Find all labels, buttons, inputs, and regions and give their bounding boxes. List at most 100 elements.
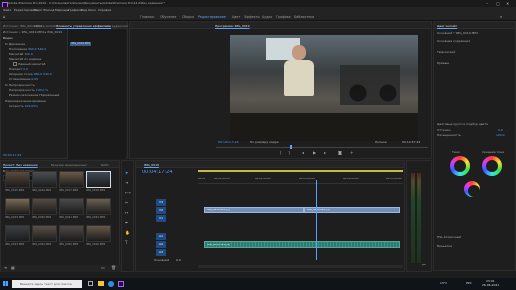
lumetri-clip[interactable]: Основной * IMG_0019.MP4 bbox=[437, 31, 478, 35]
pen-tool-icon[interactable]: ✒ bbox=[125, 221, 128, 225]
program-scrubber[interactable] bbox=[216, 147, 428, 148]
track-a2[interactable]: A2 bbox=[156, 241, 166, 248]
workspace-assembly[interactable]: Сборка bbox=[182, 15, 194, 19]
task-view-icon[interactable] bbox=[88, 281, 93, 286]
workspace-editing[interactable]: Редактирование bbox=[198, 15, 226, 19]
workspace-effects[interactable]: Эффекты bbox=[244, 15, 260, 19]
type-tool-icon[interactable]: T bbox=[125, 241, 127, 245]
taskbar-search[interactable]: Введите здесь текст для поиска bbox=[12, 280, 82, 288]
clock-time[interactable]: 23:01 bbox=[486, 280, 495, 283]
quality-dropdown[interactable]: Полное bbox=[375, 141, 387, 144]
timeline-timecode[interactable]: 00:04:17:24 bbox=[142, 170, 173, 175]
export-frame-icon[interactable]: ◙ bbox=[338, 151, 342, 155]
menu-help[interactable]: Справка bbox=[98, 9, 111, 12]
ripple-edit-icon[interactable]: ⟷ bbox=[125, 191, 131, 195]
effect-row[interactable]: fx Непрозрачность bbox=[5, 83, 35, 87]
hand-tool-icon[interactable]: ✋ bbox=[125, 231, 130, 235]
menu-clip[interactable]: Клип bbox=[34, 9, 42, 12]
icon-view-icon[interactable]: ▦ bbox=[11, 266, 15, 270]
tab-libraries[interactable]: Библ bbox=[101, 163, 109, 167]
start-icon[interactable] bbox=[3, 281, 8, 286]
lumetri-section[interactable]: Цветовые круги и подбор цвета bbox=[437, 122, 488, 126]
tab-lumetri-scopes[interactable]: Шкала Lumetri bbox=[34, 24, 57, 28]
workspace-libraries[interactable]: Библиотеки bbox=[294, 15, 314, 19]
project-thumbnail[interactable] bbox=[5, 198, 30, 215]
workspace-home[interactable]: Главная bbox=[140, 15, 154, 19]
effect-row[interactable]: Непрозрачность 100,0 % bbox=[9, 88, 48, 92]
track-v1[interactable]: V1 bbox=[156, 215, 166, 222]
clock-date[interactable]: 26.06.2021 bbox=[482, 284, 499, 287]
search-icon[interactable]: ⌕ bbox=[500, 14, 502, 19]
project-thumbnail[interactable] bbox=[5, 225, 30, 242]
effect-row[interactable]: Положение 960,0 540,0 bbox=[9, 47, 46, 51]
program-timecode[interactable]: 00:04:17:24 bbox=[218, 141, 239, 144]
razor-tool-icon[interactable]: ✂ bbox=[125, 201, 128, 205]
menu-file[interactable]: Файл bbox=[3, 9, 11, 12]
effect-row[interactable]: Единый масштаб bbox=[13, 62, 45, 67]
effect-row[interactable]: Масштаб 100,0 bbox=[9, 52, 33, 56]
minimize-button[interactable]: – bbox=[486, 1, 488, 6]
selection-tool-icon[interactable]: ➤ bbox=[125, 171, 128, 175]
lumetri-field-value[interactable]: 100,0 bbox=[496, 133, 505, 137]
explorer-icon[interactable] bbox=[98, 281, 104, 286]
project-thumbnail[interactable] bbox=[59, 171, 84, 188]
timeline-ruler[interactable]: 00:00 00:01:00:00 00:02:00:00 00:03:00:0… bbox=[198, 170, 403, 184]
effect-timecode[interactable]: 00:04:17:24 bbox=[3, 153, 21, 157]
workspace-graphics[interactable]: Графика bbox=[276, 15, 291, 19]
mark-out-icon[interactable]: ⌉ bbox=[288, 151, 290, 155]
lumetri-section[interactable]: Основная коррекция bbox=[437, 39, 470, 43]
premiere-icon[interactable] bbox=[118, 281, 124, 287]
home-icon[interactable]: ⌂ bbox=[3, 14, 6, 19]
video-clip[interactable]: IMG_0019.MP4 [V] bbox=[204, 207, 304, 213]
fit-dropdown[interactable]: По размеру кадра bbox=[250, 141, 279, 144]
tab-audio-clip-mixer[interactable]: Микшер аудиоклипов: IMG_0019 bbox=[98, 24, 128, 28]
weather[interactable]: 13°C bbox=[440, 282, 447, 285]
project-thumbnail[interactable] bbox=[32, 198, 57, 215]
lumetri-field-value[interactable]: 0,0 bbox=[498, 128, 503, 132]
track-a1[interactable]: A1 bbox=[156, 233, 166, 240]
play-icon[interactable]: ▶ bbox=[313, 151, 316, 155]
language[interactable]: РУС bbox=[466, 282, 472, 285]
maximize-button[interactable]: ▢ bbox=[496, 1, 500, 6]
browser-icon[interactable] bbox=[108, 281, 114, 287]
tab-lumetri-color[interactable]: Цвет Lumetri bbox=[437, 24, 457, 28]
new-item-icon[interactable]: ▭ bbox=[101, 266, 105, 270]
tab-project[interactable]: Проект: Без названия bbox=[3, 163, 38, 167]
project-thumbnail[interactable] bbox=[86, 198, 111, 215]
video-clip[interactable]: IMG_0019.MP4 [V] bbox=[304, 207, 400, 213]
work-area-bar[interactable] bbox=[198, 170, 403, 172]
color-wheel-shadows[interactable] bbox=[450, 156, 470, 176]
track-a3[interactable]: A3 bbox=[156, 249, 166, 256]
project-thumbnail[interactable] bbox=[5, 171, 30, 188]
project-thumbnail[interactable] bbox=[32, 225, 57, 242]
track-v2[interactable]: V2 bbox=[156, 207, 166, 214]
color-wheel-midtones[interactable] bbox=[482, 156, 502, 176]
effect-row[interactable]: Поворот 0,0 bbox=[9, 67, 28, 71]
project-thumbnail[interactable] bbox=[86, 171, 111, 188]
timeline-scrollbar[interactable] bbox=[198, 265, 403, 268]
effect-row[interactable]: fx Движение bbox=[5, 42, 25, 46]
track-select-icon[interactable]: ⇥ bbox=[125, 181, 128, 185]
menu-sequence[interactable]: Эпизод bbox=[43, 9, 55, 12]
program-playhead[interactable] bbox=[290, 145, 292, 149]
menu-graphics[interactable]: Графика bbox=[68, 9, 82, 12]
workspace-color[interactable]: Цвет bbox=[232, 15, 240, 19]
step-forward-icon[interactable]: ▸ bbox=[324, 151, 326, 155]
list-view-icon[interactable]: ≡ bbox=[4, 266, 7, 270]
effect-row[interactable]: Опорная точка 960,0 540,0 bbox=[9, 72, 52, 76]
effect-row[interactable]: Сглаживание 0,00 bbox=[9, 77, 38, 81]
effect-row[interactable]: Скорость 100,00% bbox=[9, 104, 38, 108]
program-title[interactable]: Программа: IMG_0019 bbox=[215, 24, 250, 28]
lumetri-section[interactable]: Творческий bbox=[437, 50, 455, 54]
lumetri-section[interactable]: Виньетка bbox=[437, 244, 452, 248]
menu-view[interactable]: Вид bbox=[81, 9, 87, 12]
effect-row[interactable]: Переназначение времени bbox=[5, 99, 46, 103]
timeline-playhead[interactable] bbox=[316, 180, 317, 260]
mark-in-icon[interactable]: ⌈ bbox=[280, 151, 282, 155]
project-thumbnail[interactable] bbox=[59, 225, 84, 242]
settings-icon[interactable]: + bbox=[350, 151, 353, 155]
effect-row[interactable]: Масштаб по ширине bbox=[9, 57, 41, 61]
lumetri-section[interactable]: HSL-вторичный bbox=[437, 235, 461, 239]
audio-clip[interactable]: IMG_0019.MP4 [A] bbox=[204, 241, 400, 248]
lumetri-section[interactable]: Кривые bbox=[437, 61, 449, 65]
